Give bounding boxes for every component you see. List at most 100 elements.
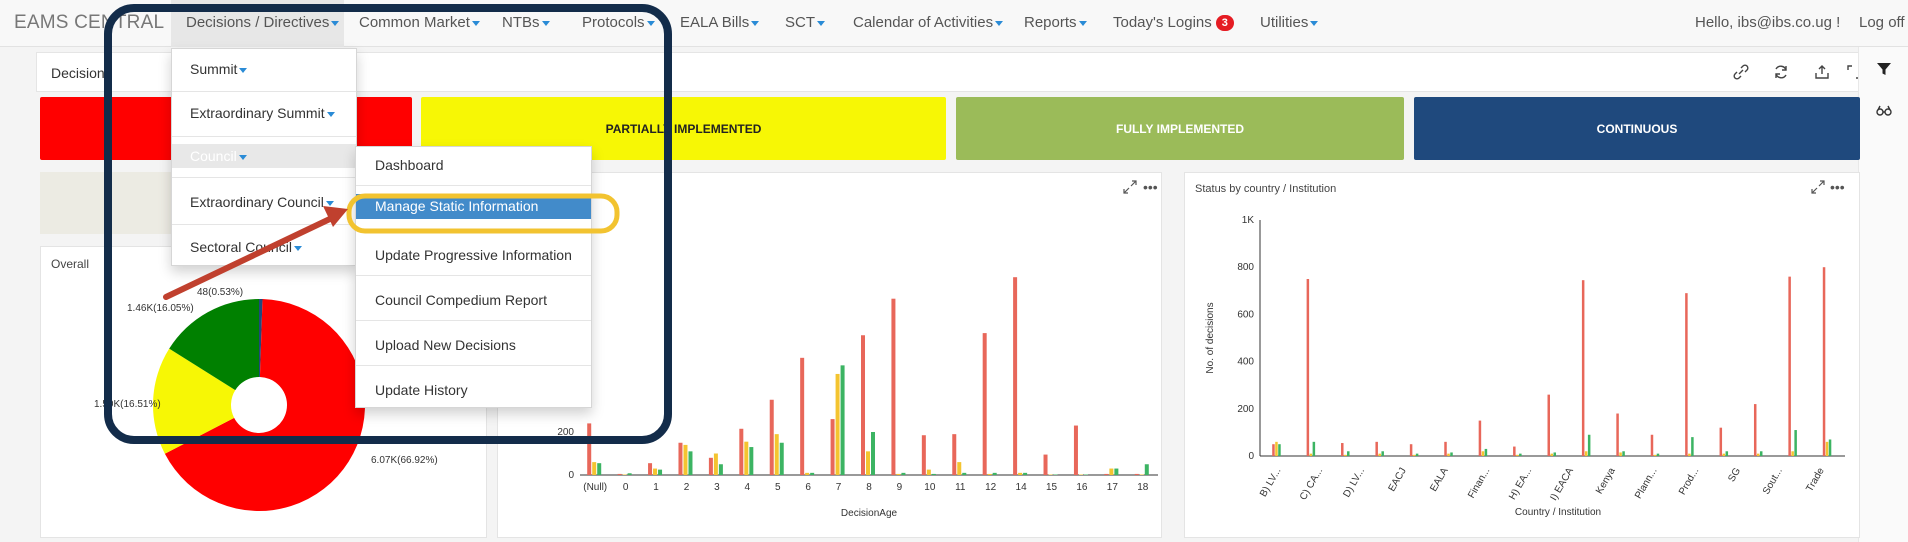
submenu-upload-new-decisions[interactable]: Upload New Decisions bbox=[356, 337, 591, 353]
submenu-dashboard[interactable]: Dashboard bbox=[356, 157, 591, 173]
bar-mark[interactable] bbox=[1312, 441, 1316, 456]
filter-icon[interactable] bbox=[1875, 60, 1893, 78]
bar-mark[interactable] bbox=[1478, 420, 1482, 456]
bar-mark[interactable] bbox=[597, 463, 602, 475]
bar-mark[interactable] bbox=[1375, 441, 1378, 456]
nav-common-market[interactable]: Common Market bbox=[359, 14, 480, 31]
bar-mark[interactable] bbox=[1722, 453, 1726, 456]
submenu-manage-static-information[interactable]: Manage Static Information bbox=[356, 194, 591, 219]
bar-mark[interactable] bbox=[1553, 452, 1557, 456]
brand-logo[interactable]: EAMS CENTRAL bbox=[14, 12, 164, 34]
bar-mark[interactable] bbox=[1306, 279, 1310, 456]
bar-mark[interactable] bbox=[871, 432, 875, 475]
submenu-update-progressive-information[interactable]: Update Progressive Information bbox=[356, 247, 591, 263]
bar-mark[interactable] bbox=[957, 462, 962, 475]
bar-mark[interactable] bbox=[1653, 454, 1657, 456]
bar-mark[interactable] bbox=[1587, 434, 1591, 456]
tile-continuous[interactable]: CONTINUOUS bbox=[1414, 97, 1860, 160]
nav-decisions-directives[interactable]: Decisions / Directives bbox=[186, 14, 340, 31]
bar-mark[interactable] bbox=[1114, 468, 1119, 475]
bar-mark[interactable] bbox=[1381, 451, 1384, 456]
menu-item-council[interactable]: Council bbox=[172, 144, 356, 168]
nav-todays-logins[interactable]: Today's Logins 3 bbox=[1113, 14, 1234, 31]
bar-mark[interactable] bbox=[1043, 454, 1048, 475]
bar-mark[interactable] bbox=[1109, 468, 1114, 475]
user-greeting[interactable]: Hello, ibs@ibs.co.ug ! bbox=[1695, 14, 1840, 31]
bar-mark[interactable] bbox=[861, 335, 865, 475]
bar-mark[interactable] bbox=[800, 357, 805, 475]
bar-mark[interactable] bbox=[830, 419, 835, 475]
bar-mark[interactable] bbox=[1275, 441, 1278, 456]
bar-mark[interactable] bbox=[1622, 451, 1625, 456]
bar-mark[interactable] bbox=[931, 473, 936, 475]
bar-mark[interactable] bbox=[962, 472, 967, 475]
bar-mark[interactable] bbox=[891, 298, 896, 475]
bar-mark[interactable] bbox=[1023, 472, 1028, 475]
glasses-icon[interactable] bbox=[1875, 101, 1893, 119]
bar-mark[interactable] bbox=[622, 474, 627, 476]
bar-mark[interactable] bbox=[678, 442, 683, 475]
menu-item-extraordinary-council[interactable]: Extraordinary Council bbox=[172, 194, 356, 210]
bar-mark[interactable] bbox=[653, 468, 658, 475]
bar-mark[interactable] bbox=[1794, 430, 1797, 456]
bar-mark[interactable] bbox=[1013, 277, 1018, 475]
bar-mark[interactable] bbox=[1825, 441, 1829, 456]
bar-mark[interactable] bbox=[1104, 473, 1109, 475]
bar-mark[interactable] bbox=[1078, 474, 1083, 476]
bar-mark[interactable] bbox=[1619, 452, 1622, 456]
bar-mark[interactable] bbox=[987, 473, 992, 475]
logoff-link[interactable]: Log off bbox=[1859, 14, 1905, 31]
submenu-council-compedium-report[interactable]: Council Compedium Report bbox=[356, 292, 591, 308]
bar-mark[interactable] bbox=[769, 399, 774, 475]
bar-mark[interactable] bbox=[739, 428, 744, 475]
bar-mark[interactable] bbox=[627, 473, 632, 475]
bar-mark[interactable] bbox=[810, 472, 815, 475]
bar-mark[interactable] bbox=[866, 451, 870, 475]
bar-mark[interactable] bbox=[1048, 474, 1053, 476]
bar-mark[interactable] bbox=[688, 451, 693, 475]
bar-mark[interactable] bbox=[658, 469, 663, 475]
bar-mark[interactable] bbox=[926, 469, 931, 475]
bar-mark[interactable] bbox=[952, 434, 957, 475]
bar-mark[interactable] bbox=[1584, 451, 1588, 456]
submenu-update-history[interactable]: Update History bbox=[356, 382, 591, 398]
bar-mark[interactable] bbox=[718, 464, 723, 475]
bar-mark[interactable] bbox=[1053, 474, 1058, 476]
nav-utilities[interactable]: Utilities bbox=[1260, 14, 1319, 31]
bar-mark[interactable] bbox=[1412, 454, 1416, 456]
bar-mark[interactable] bbox=[835, 373, 840, 475]
menu-item-summit[interactable]: Summit bbox=[172, 61, 356, 77]
bar-mark[interactable] bbox=[1756, 453, 1760, 456]
menu-item-sectoral-council[interactable]: Sectoral Council bbox=[172, 239, 356, 255]
bar-mark[interactable] bbox=[992, 472, 997, 475]
bar-mark[interactable] bbox=[648, 463, 653, 475]
bar-mark[interactable] bbox=[708, 457, 713, 475]
bar-mark[interactable] bbox=[1134, 473, 1139, 475]
bar-mark[interactable] bbox=[901, 472, 906, 475]
bar-mark[interactable] bbox=[1083, 474, 1088, 476]
bar-mark[interactable] bbox=[1447, 453, 1450, 456]
bar-mark[interactable] bbox=[1513, 446, 1516, 456]
bar-mark[interactable] bbox=[587, 423, 592, 475]
bar-mark[interactable] bbox=[1341, 443, 1344, 456]
nav-protocols[interactable]: Protocols bbox=[582, 14, 655, 31]
bar-mark[interactable] bbox=[1481, 451, 1485, 456]
nav-reports[interactable]: Reports bbox=[1024, 14, 1087, 31]
bar-mark[interactable] bbox=[896, 473, 901, 475]
link-icon[interactable] bbox=[1732, 63, 1750, 81]
bar-mark[interactable] bbox=[1450, 452, 1453, 456]
export-icon[interactable] bbox=[1813, 63, 1831, 81]
nav-ntbs[interactable]: NTBs bbox=[502, 14, 550, 31]
bar-mark[interactable] bbox=[1444, 441, 1447, 456]
bar-mark[interactable] bbox=[1791, 451, 1794, 456]
bar-mark[interactable] bbox=[1616, 413, 1619, 456]
bar-mark[interactable] bbox=[1415, 453, 1419, 456]
bar-mark[interactable] bbox=[1822, 267, 1826, 456]
refresh-icon[interactable] bbox=[1772, 63, 1790, 81]
bar-mark[interactable] bbox=[592, 462, 597, 475]
bar-mark[interactable] bbox=[774, 434, 779, 475]
bar-mark[interactable] bbox=[1685, 293, 1688, 456]
bar-mark[interactable] bbox=[779, 442, 784, 475]
bar-mark[interactable] bbox=[921, 435, 926, 475]
bar-mark[interactable] bbox=[1719, 427, 1723, 456]
